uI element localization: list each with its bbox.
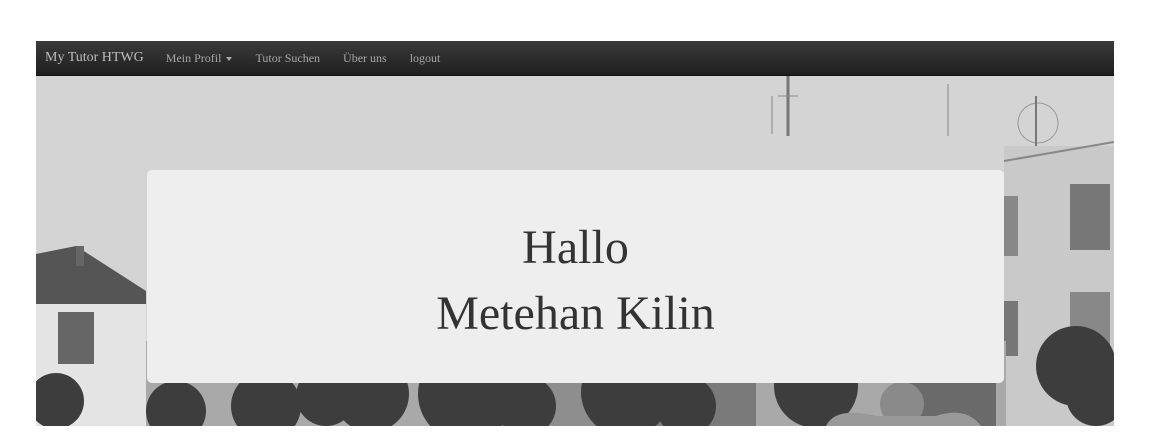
hero-background-image: Hallo Metehan Kilin [36,76,1114,426]
top-navbar: My Tutor HTWG Mein Profil Tutor Suchen Ü… [36,41,1114,76]
welcome-jumbotron: Hallo Metehan Kilin [147,170,1004,383]
page-frame: My Tutor HTWG Mein Profil Tutor Suchen Ü… [36,41,1114,426]
nav-item-label: Mein Profil [165,50,222,65]
greeting-username: Metehan Kilin [436,287,715,340]
nav-item-logout[interactable]: logout [410,51,441,66]
caret-down-icon [226,56,233,61]
nav-item-mein-profil[interactable]: Mein Profil [166,51,233,66]
greeting-hallo: Hallo [522,221,629,274]
nav-item-ueber-uns[interactable]: Über uns [343,51,387,66]
brand-link[interactable]: My Tutor HTWG [45,50,144,66]
nav-item-tutor-suchen[interactable]: Tutor Suchen [255,51,320,66]
